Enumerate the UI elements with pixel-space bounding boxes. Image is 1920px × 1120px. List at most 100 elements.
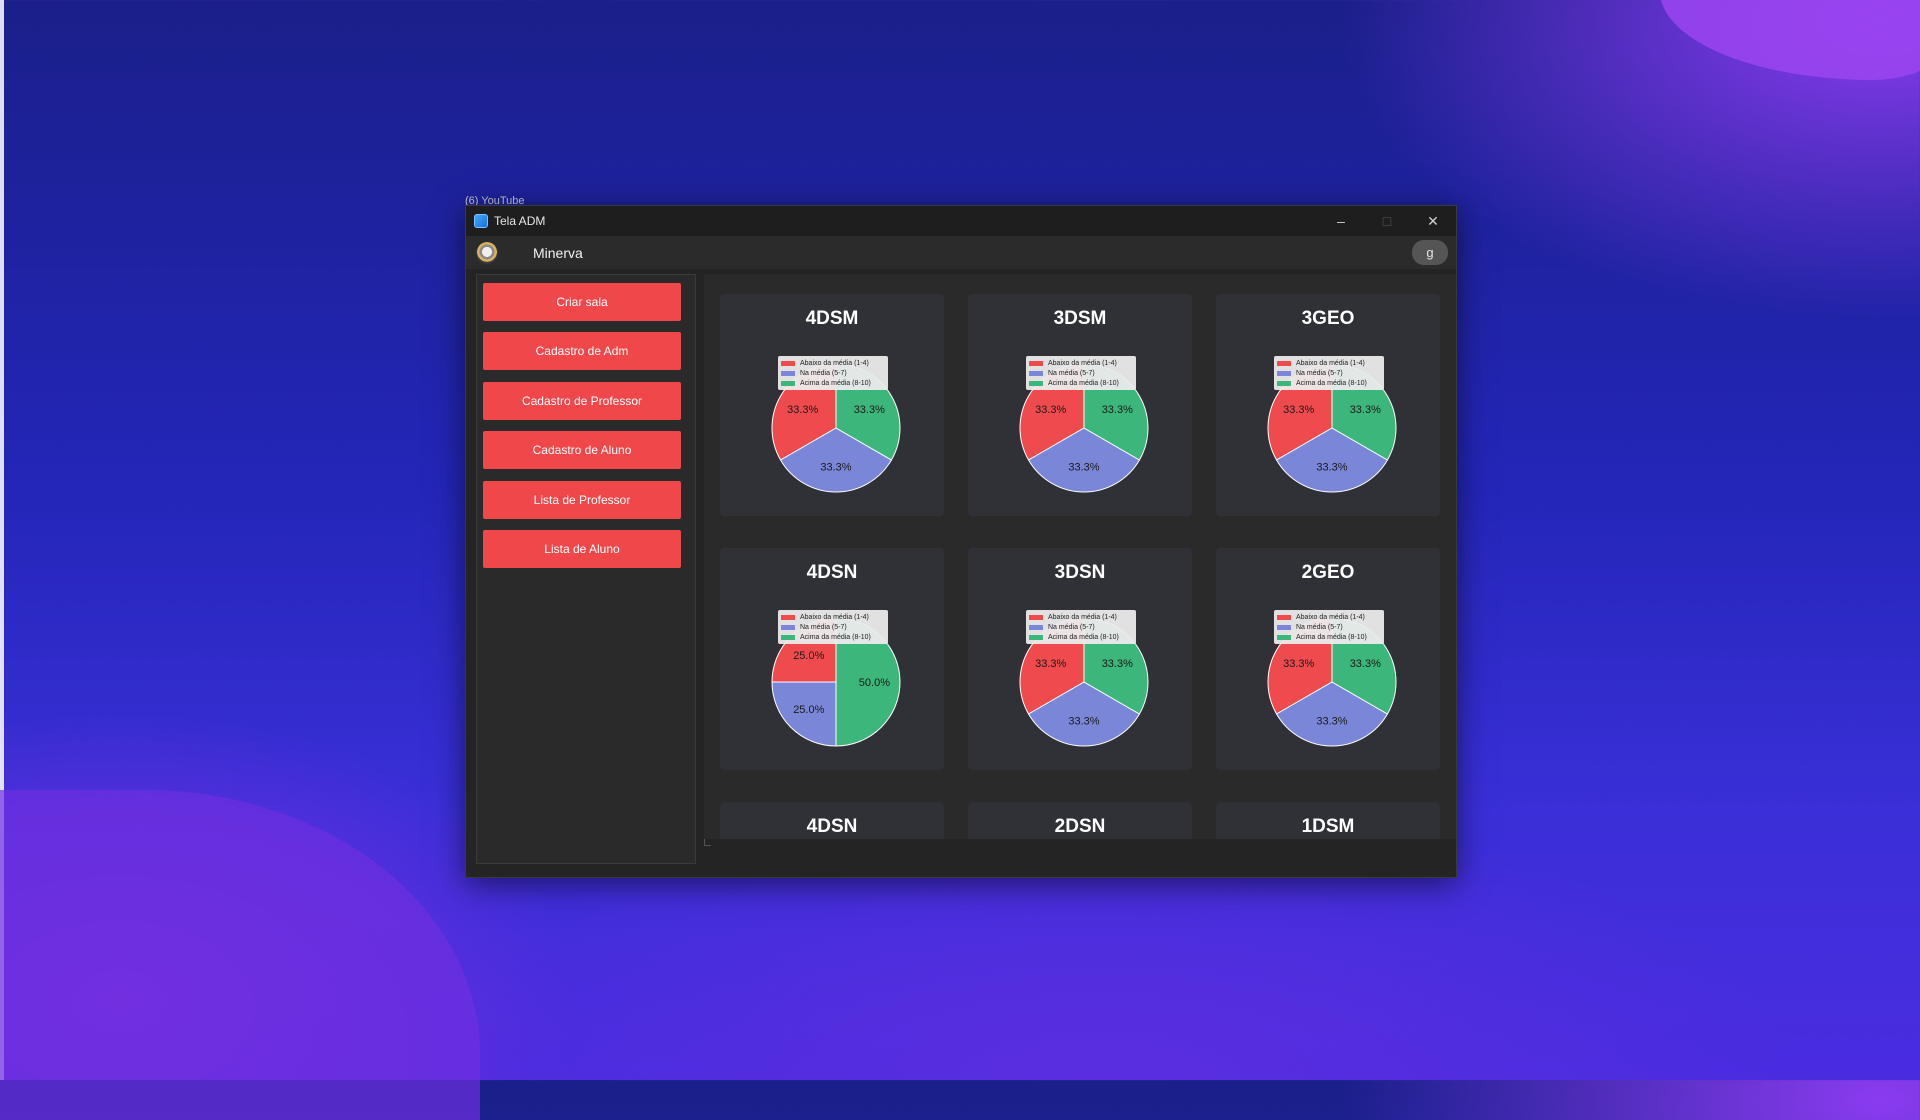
- legend-label: Abaixo da média (1-4): [1048, 359, 1117, 367]
- cadastro-professor-button[interactable]: Cadastro de Professor: [483, 382, 681, 420]
- pie-slice-label: 25.0%: [793, 704, 824, 716]
- legend-swatch: [781, 614, 795, 620]
- legend-swatch: [1029, 380, 1043, 386]
- legend-swatch: [781, 624, 795, 630]
- class-chart-card: 1DSM: [1216, 802, 1440, 839]
- app-window: Tela ADM – □ ✕ Minerva g Criar sala Cada…: [465, 205, 1457, 878]
- pie-slice-label: 33.3%: [1316, 461, 1347, 473]
- cadastro-adm-button[interactable]: Cadastro de Adm: [483, 332, 681, 370]
- chart-legend: Abaixo da média (1-4) Na média (5-7) Acima…: [778, 356, 888, 390]
- chart-title: 4DSN: [806, 816, 858, 837]
- legend-swatch: [1277, 624, 1291, 630]
- brand-name: Minerva: [533, 244, 583, 261]
- minimize-icon: –: [1337, 213, 1345, 229]
- legend-label: Abaixo da média (1-4): [1296, 359, 1365, 367]
- pie-slice-label: 33.3%: [1283, 404, 1314, 416]
- scroll-corner: [704, 839, 711, 846]
- legend-label: Acima da média (8-10): [1296, 379, 1367, 387]
- legend-label: Abaixo da média (1-4): [800, 359, 869, 367]
- legend-item: Acima da média (8-10): [781, 632, 885, 642]
- legend-item: Na média (5-7): [1029, 622, 1133, 632]
- legend-item: Abaixo da média (1-4): [1277, 612, 1381, 622]
- legend-swatch: [1277, 370, 1291, 376]
- legend-swatch: [781, 634, 795, 640]
- legend-item: Abaixo da média (1-4): [1029, 612, 1133, 622]
- pie-chart: 33.3% 33.3% 33.3%: [771, 363, 901, 493]
- wallpaper-shape: [1660, 0, 1920, 80]
- pie-chart: 33.3% 33.3% 33.3%: [1019, 617, 1149, 747]
- class-chart-card: 4DSM 33.3% 33.3% 33.3% Abaixo da média (1-4)…: [720, 294, 944, 516]
- legend-swatch: [1029, 624, 1043, 630]
- minimize-button[interactable]: –: [1318, 206, 1364, 236]
- legend-label: Acima da média (8-10): [1048, 379, 1119, 387]
- legend-item: Abaixo da média (1-4): [781, 612, 885, 622]
- sidebar: Criar sala Cadastro de Adm Cadastro de P…: [476, 274, 696, 864]
- pie-slice-label: 33.3%: [1350, 658, 1381, 670]
- pie-slice-label: 33.3%: [1283, 658, 1314, 670]
- lista-aluno-button[interactable]: Lista de Aluno: [483, 530, 681, 568]
- class-chart-card: 3GEO 33.3% 33.3% 33.3% Abaixo da média (1-4)…: [1216, 294, 1440, 516]
- pie-chart: 33.3% 33.3% 33.3%: [1019, 363, 1149, 493]
- chart-title: 2DSN: [1054, 816, 1106, 837]
- chart-title: 1DSM: [1301, 816, 1355, 837]
- pie-slice-label: 33.3%: [1068, 715, 1099, 727]
- top-navbar: Minerva g: [466, 236, 1456, 269]
- pie-slice-label: 33.3%: [1035, 658, 1066, 670]
- legend-label: Na média (5-7): [1296, 369, 1343, 377]
- dashboard-scroll-area[interactable]: 4DSM 33.3% 33.3% 33.3% Abaixo da média (1-4)…: [704, 274, 1456, 839]
- legend-item: Na média (5-7): [1277, 368, 1381, 378]
- legend-label: Na média (5-7): [1048, 369, 1095, 377]
- legend-item: Na média (5-7): [781, 368, 885, 378]
- chart-legend: Abaixo da média (1-4) Na média (5-7) Acima…: [778, 610, 888, 644]
- cadastro-aluno-button[interactable]: Cadastro de Aluno: [483, 431, 681, 469]
- legend-swatch: [781, 360, 795, 366]
- class-chart-card: 4DSN 25.0% 25.0% 50.0% Abaixo da média (1-4)…: [720, 548, 944, 770]
- class-chart-card: 2GEO 33.3% 33.3% 33.3% Abaixo da média (1-4)…: [1216, 548, 1440, 770]
- class-chart-card: 3DSM 33.3% 33.3% 33.3% Abaixo da média (1-4)…: [968, 294, 1192, 516]
- legend-label: Acima da média (8-10): [800, 633, 871, 641]
- legend-label: Na média (5-7): [1296, 623, 1343, 631]
- criar-sala-button[interactable]: Criar sala: [483, 283, 681, 321]
- app-icon: [474, 214, 488, 228]
- class-chart-card: 3DSN 33.3% 33.3% 33.3% Abaixo da média (1-4)…: [968, 548, 1192, 770]
- legend-swatch: [1277, 380, 1291, 386]
- wallpaper-shape: [0, 790, 480, 1120]
- user-menu-button[interactable]: g: [1412, 240, 1448, 265]
- maximize-button[interactable]: □: [1364, 206, 1410, 236]
- close-icon: ✕: [1427, 212, 1439, 229]
- pie-slice-label: 33.3%: [820, 461, 851, 473]
- legend-swatch: [1029, 360, 1043, 366]
- legend-item: Acima da média (8-10): [781, 378, 885, 388]
- maximize-icon: □: [1382, 213, 1392, 229]
- chart-legend: Abaixo da média (1-4) Na média (5-7) Acima…: [1274, 356, 1384, 390]
- pie-slice-label: 33.3%: [1068, 461, 1099, 473]
- legend-item: Acima da média (8-10): [1277, 378, 1381, 388]
- legend-swatch: [781, 380, 795, 386]
- pie-slice-label: 33.3%: [1102, 404, 1133, 416]
- pie-slice-label: 33.3%: [1350, 404, 1381, 416]
- legend-label: Abaixo da média (1-4): [1296, 613, 1365, 621]
- legend-swatch: [1277, 360, 1291, 366]
- pie-slice-label: 33.3%: [1035, 404, 1066, 416]
- legend-item: Abaixo da média (1-4): [1029, 358, 1133, 368]
- legend-item: Na média (5-7): [781, 622, 885, 632]
- pie-slice-label: 33.3%: [787, 404, 818, 416]
- title-bar[interactable]: Tela ADM – □ ✕: [466, 206, 1456, 236]
- legend-item: Abaixo da média (1-4): [1277, 358, 1381, 368]
- close-button[interactable]: ✕: [1410, 206, 1456, 236]
- legend-item: Acima da média (8-10): [1029, 378, 1133, 388]
- legend-label: Abaixo da média (1-4): [1048, 613, 1117, 621]
- legend-label: Abaixo da média (1-4): [800, 613, 869, 621]
- legend-label: Acima da média (8-10): [1296, 633, 1367, 641]
- class-chart-card: 4DSN: [720, 802, 944, 839]
- chart-legend: Abaixo da média (1-4) Na média (5-7) Acima…: [1274, 610, 1384, 644]
- pie-slice-label: 33.3%: [854, 404, 885, 416]
- chart-legend: Abaixo da média (1-4) Na média (5-7) Acima…: [1026, 356, 1136, 390]
- legend-label: Na média (5-7): [800, 623, 847, 631]
- legend-swatch: [1277, 634, 1291, 640]
- pie-slice-label: 33.3%: [1102, 658, 1133, 670]
- chart-legend: Abaixo da média (1-4) Na média (5-7) Acima…: [1026, 610, 1136, 644]
- legend-item: Na média (5-7): [1029, 368, 1133, 378]
- legend-label: Na média (5-7): [800, 369, 847, 377]
- lista-professor-button[interactable]: Lista de Professor: [483, 481, 681, 519]
